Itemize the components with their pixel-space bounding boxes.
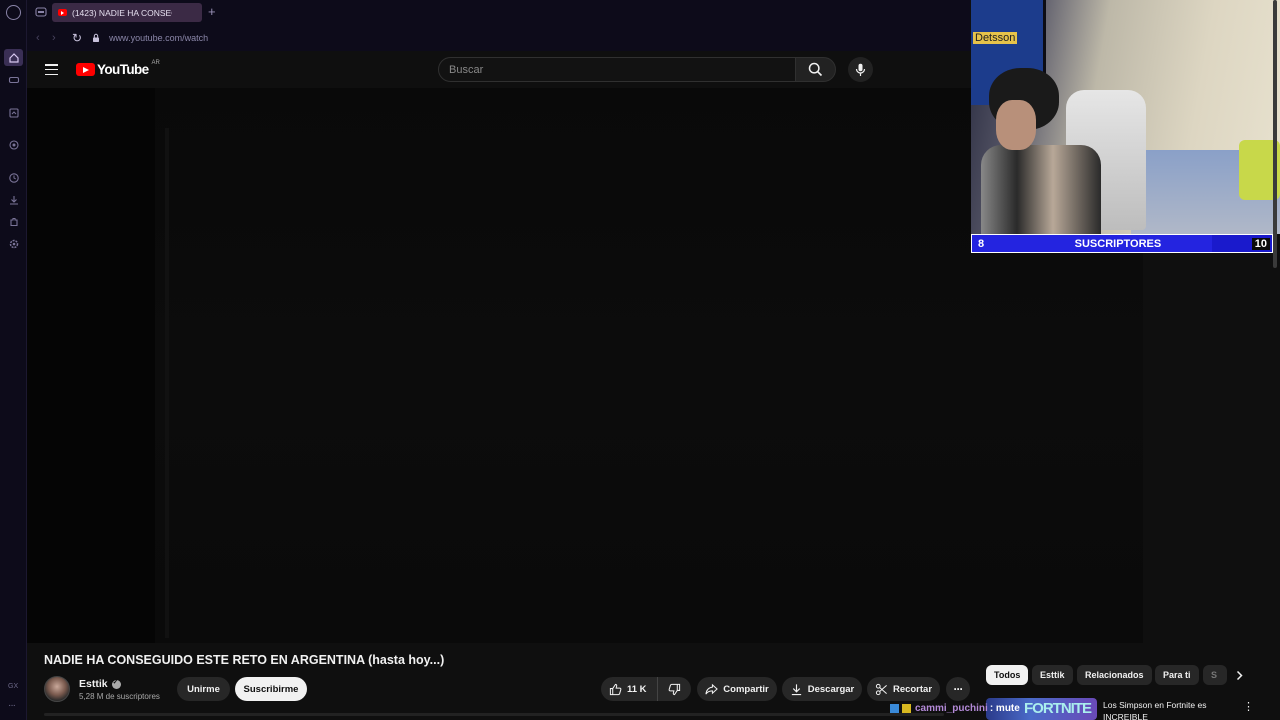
address-bar: ‹ › ↻ www.youtube.com/watch — [27, 25, 970, 51]
youtube-logo[interactable]: YouTube AR — [76, 59, 160, 77]
new-tab-button[interactable]: + — [208, 4, 216, 19]
subscriber-goal-target: 10 — [1251, 237, 1270, 250]
microphone-icon — [855, 63, 866, 76]
reload-icon[interactable]: ↻ — [72, 31, 82, 45]
gaming-icon[interactable] — [4, 71, 23, 88]
streamer-shirt — [981, 145, 1101, 234]
page-scrollbar[interactable] — [1273, 0, 1277, 268]
messenger-icon[interactable] — [4, 104, 23, 121]
like-button[interactable]: 11 K — [601, 677, 658, 701]
chip-relacionados[interactable]: Relacionados — [1077, 665, 1152, 685]
recommended-title[interactable]: Los Simpson en Fortnite es INCREIBLE — [1103, 699, 1228, 720]
chat-message: : mute — [989, 703, 1020, 714]
thumbnail-text: FORTNITE — [1024, 700, 1092, 717]
workspace-icon[interactable] — [35, 7, 47, 17]
subscriber-goal-bar: 8 SUSCRIPTORES 10 — [971, 234, 1273, 253]
like-count: 11 K — [627, 683, 647, 695]
channel-name[interactable]: Esttik — [79, 678, 108, 690]
verified-badge-icon — [111, 678, 121, 689]
subscribe-button[interactable]: Suscribirme — [235, 677, 307, 701]
clip-button[interactable]: Recortar — [867, 677, 940, 701]
download-button[interactable]: Descargar — [782, 677, 862, 701]
share-icon — [705, 683, 719, 694]
home-icon[interactable] — [4, 49, 23, 66]
poster-text: Detsson — [973, 32, 1018, 44]
thumbs-up-icon — [609, 683, 622, 695]
forward-icon[interactable]: › — [52, 32, 64, 44]
join-button[interactable]: Unirme — [177, 677, 230, 701]
lock-icon[interactable] — [91, 33, 101, 43]
sidebar-more-icon[interactable]: ··· — [8, 700, 16, 711]
youtube-wordmark: YouTube — [97, 62, 149, 77]
settings-gear-icon[interactable] — [4, 235, 23, 252]
subscriber-goal-label: SUSCRIPTORES — [1074, 237, 1162, 250]
chat-crown-badge-icon — [902, 704, 911, 713]
chat-badge-icon — [890, 704, 899, 713]
browser-sidebar: GX ··· — [0, 0, 27, 720]
search-button[interactable] — [795, 57, 836, 82]
streamer-webcam: Detsson — [971, 0, 1280, 234]
gx-label: GX — [8, 683, 19, 690]
channel-name-row[interactable]: Esttik — [79, 678, 121, 690]
menu-hamburger-icon[interactable] — [45, 64, 58, 75]
chips-next-button[interactable] — [1229, 665, 1249, 685]
tab-strip: (1423) NADIE HA CONSEG + — [27, 0, 970, 25]
youtube-play-icon — [76, 63, 95, 76]
country-code: AR — [151, 59, 160, 66]
channel-avatar[interactable] — [44, 676, 70, 702]
scissors-icon — [875, 683, 887, 695]
streamer-face — [996, 100, 1036, 150]
gx-control-icon[interactable] — [4, 136, 23, 153]
search-input[interactable] — [439, 58, 795, 81]
chevron-right-icon — [1236, 670, 1243, 680]
back-icon[interactable]: ‹ — [36, 32, 48, 44]
youtube-favicon-icon — [58, 9, 67, 16]
video-frame-edge — [165, 128, 169, 638]
tab-title: (1423) NADIE HA CONSEG — [72, 7, 172, 18]
opera-logo-icon[interactable] — [6, 5, 21, 20]
search-box — [438, 57, 796, 82]
tab-youtube-video[interactable]: (1423) NADIE HA CONSEG — [52, 3, 202, 22]
chip-truncated[interactable]: S — [1203, 665, 1227, 685]
recommended-menu-icon[interactable]: ⋮ — [1243, 700, 1254, 713]
voice-search-button[interactable] — [848, 57, 873, 82]
download-label: Descargar — [807, 683, 855, 695]
like-dislike-group: 11 K — [601, 677, 691, 701]
chip-esttik[interactable]: Esttik — [1032, 665, 1073, 685]
download-icon — [791, 683, 801, 695]
screen: GX ··· (1423) NADIE HA CONSEG + ‹ › ↻ ww… — [0, 0, 1280, 720]
subscriber-count: 5,28 M de suscriptores — [79, 692, 160, 701]
dislike-button[interactable] — [658, 683, 691, 696]
description-bar — [44, 713, 944, 716]
more-actions-button[interactable]: ··· — [946, 677, 970, 701]
chip-todos[interactable]: Todos — [986, 665, 1029, 685]
search-icon — [808, 62, 823, 77]
history-icon[interactable] — [4, 169, 23, 186]
chip-para-ti[interactable]: Para ti — [1155, 665, 1199, 685]
extensions-icon[interactable] — [4, 213, 23, 230]
url-field[interactable]: www.youtube.com/watch — [109, 33, 208, 43]
share-button[interactable]: Compartir — [697, 677, 777, 701]
clip-label: Recortar — [892, 683, 933, 695]
share-label: Compartir — [723, 683, 769, 695]
video-title: NADIE HA CONSEGUIDO ESTE RETO EN ARGENTI… — [44, 653, 445, 667]
downloads-icon[interactable] — [4, 191, 23, 208]
thumbs-down-icon — [668, 683, 681, 695]
youtube-masthead: YouTube AR — [27, 51, 970, 88]
